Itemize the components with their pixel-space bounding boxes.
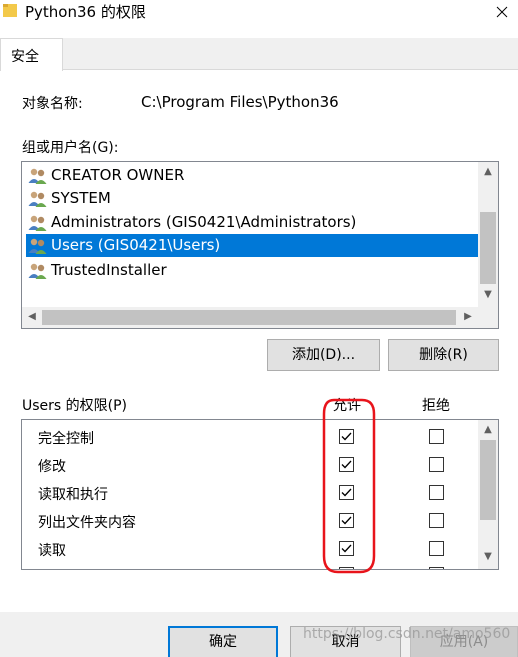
permission-row-modify: 修改	[38, 452, 478, 480]
list-item-users[interactable]: Users (GIS0421\Users)	[26, 234, 478, 257]
scroll-thumb[interactable]	[42, 310, 456, 325]
list-item-label: SYSTEM	[51, 189, 111, 207]
list-horizontal-scrollbar[interactable]: ◀ ▶	[22, 307, 498, 328]
permission-row-full-control: 完全控制	[38, 424, 478, 452]
object-name-value: C:\Program Files\Python36	[141, 93, 339, 111]
allow-column-header: 允许	[333, 398, 361, 414]
close-icon	[496, 6, 508, 18]
users-icon	[28, 263, 47, 279]
checkmark-icon	[341, 460, 352, 469]
allow-checkbox[interactable]	[339, 485, 354, 500]
checkmark-icon	[341, 516, 352, 525]
tab-strip	[0, 38, 518, 70]
tab-divider	[0, 69, 518, 70]
object-name-label: 对象名称:	[22, 96, 83, 112]
permission-row-partial	[38, 564, 478, 569]
folder-icon	[3, 4, 17, 17]
scroll-up-icon[interactable]: ▲	[480, 164, 496, 180]
allow-checkbox[interactable]	[339, 541, 354, 556]
tab-security[interactable]: 安全	[0, 38, 63, 71]
list-item-label: Administrators (GIS0421\Administrators)	[51, 213, 357, 231]
list-item-label: TrustedInstaller	[51, 261, 167, 279]
title-bar: Python36 的权限	[0, 0, 518, 24]
permissions-label: Users 的权限(P)	[22, 398, 128, 414]
users-icon	[28, 238, 47, 254]
tab-security-label: 安全	[11, 49, 39, 65]
scroll-down-icon[interactable]: ▼	[480, 549, 496, 565]
deny-checkbox[interactable]	[429, 457, 444, 472]
group-list-label: 组或用户名(G):	[22, 140, 119, 156]
list-item-trustedinstaller[interactable]: TrustedInstaller	[26, 259, 478, 282]
permission-row-read: 读取	[38, 536, 478, 564]
checkmark-icon	[341, 488, 352, 497]
permission-name: 完全控制	[38, 431, 94, 447]
users-icon	[28, 215, 47, 231]
allow-checkbox[interactable]	[339, 429, 354, 444]
deny-checkbox[interactable]	[429, 485, 444, 500]
checkmark-icon	[341, 544, 352, 553]
list-item-label: Users (GIS0421\Users)	[51, 236, 221, 254]
list-item-system[interactable]: SYSTEM	[26, 187, 478, 210]
deny-checkbox[interactable]	[429, 513, 444, 528]
scroll-up-icon[interactable]: ▲	[480, 422, 496, 438]
deny-checkbox[interactable]	[429, 429, 444, 444]
close-button[interactable]	[487, 0, 518, 24]
users-icon	[28, 168, 47, 184]
add-button[interactable]: 添加(D)...	[267, 339, 380, 371]
checkmark-icon	[341, 432, 352, 441]
list-item-administrators[interactable]: Administrators (GIS0421\Administrators)	[26, 211, 478, 234]
deny-checkbox[interactable]	[429, 541, 444, 556]
scroll-right-icon[interactable]: ▶	[460, 309, 476, 325]
permission-name: 读取	[38, 543, 66, 559]
list-item-creator-owner[interactable]: CREATOR OWNER	[26, 164, 478, 187]
permission-name: 列出文件夹内容	[38, 515, 136, 531]
permission-row-read-execute: 读取和执行	[38, 480, 478, 508]
window-title: Python36 的权限	[25, 3, 146, 21]
watermark-text: https://blog.csdn.net/amo560	[303, 626, 511, 642]
allow-checkbox[interactable]	[339, 567, 354, 569]
allow-checkbox[interactable]	[339, 513, 354, 528]
scroll-thumb[interactable]	[480, 212, 496, 284]
list-vertical-scrollbar[interactable]: ▲ ▼	[478, 162, 498, 307]
permissions-vertical-scrollbar[interactable]: ▲ ▼	[478, 420, 498, 569]
permission-name: 读取和执行	[38, 487, 108, 503]
scroll-thumb[interactable]	[480, 440, 496, 520]
deny-checkbox[interactable]	[429, 567, 444, 569]
users-icon	[28, 191, 47, 207]
scroll-left-icon[interactable]: ◀	[24, 309, 40, 325]
list-item-label: CREATOR OWNER	[51, 166, 185, 184]
permission-name: 修改	[38, 459, 66, 475]
allow-checkbox[interactable]	[339, 457, 354, 472]
permission-row-list-folder: 列出文件夹内容	[38, 508, 478, 536]
scroll-down-icon[interactable]: ▼	[480, 287, 496, 303]
deny-column-header: 拒绝	[422, 398, 450, 414]
ok-button[interactable]: 确定	[168, 626, 278, 657]
permissions-list: 完全控制 修改 读取和执行 列出文件夹内容 读取 ▲ ▼	[21, 419, 499, 570]
group-user-list[interactable]: CREATOR OWNER SYSTEM Administrators (GIS…	[21, 161, 499, 329]
remove-button[interactable]: 删除(R)	[388, 339, 499, 371]
